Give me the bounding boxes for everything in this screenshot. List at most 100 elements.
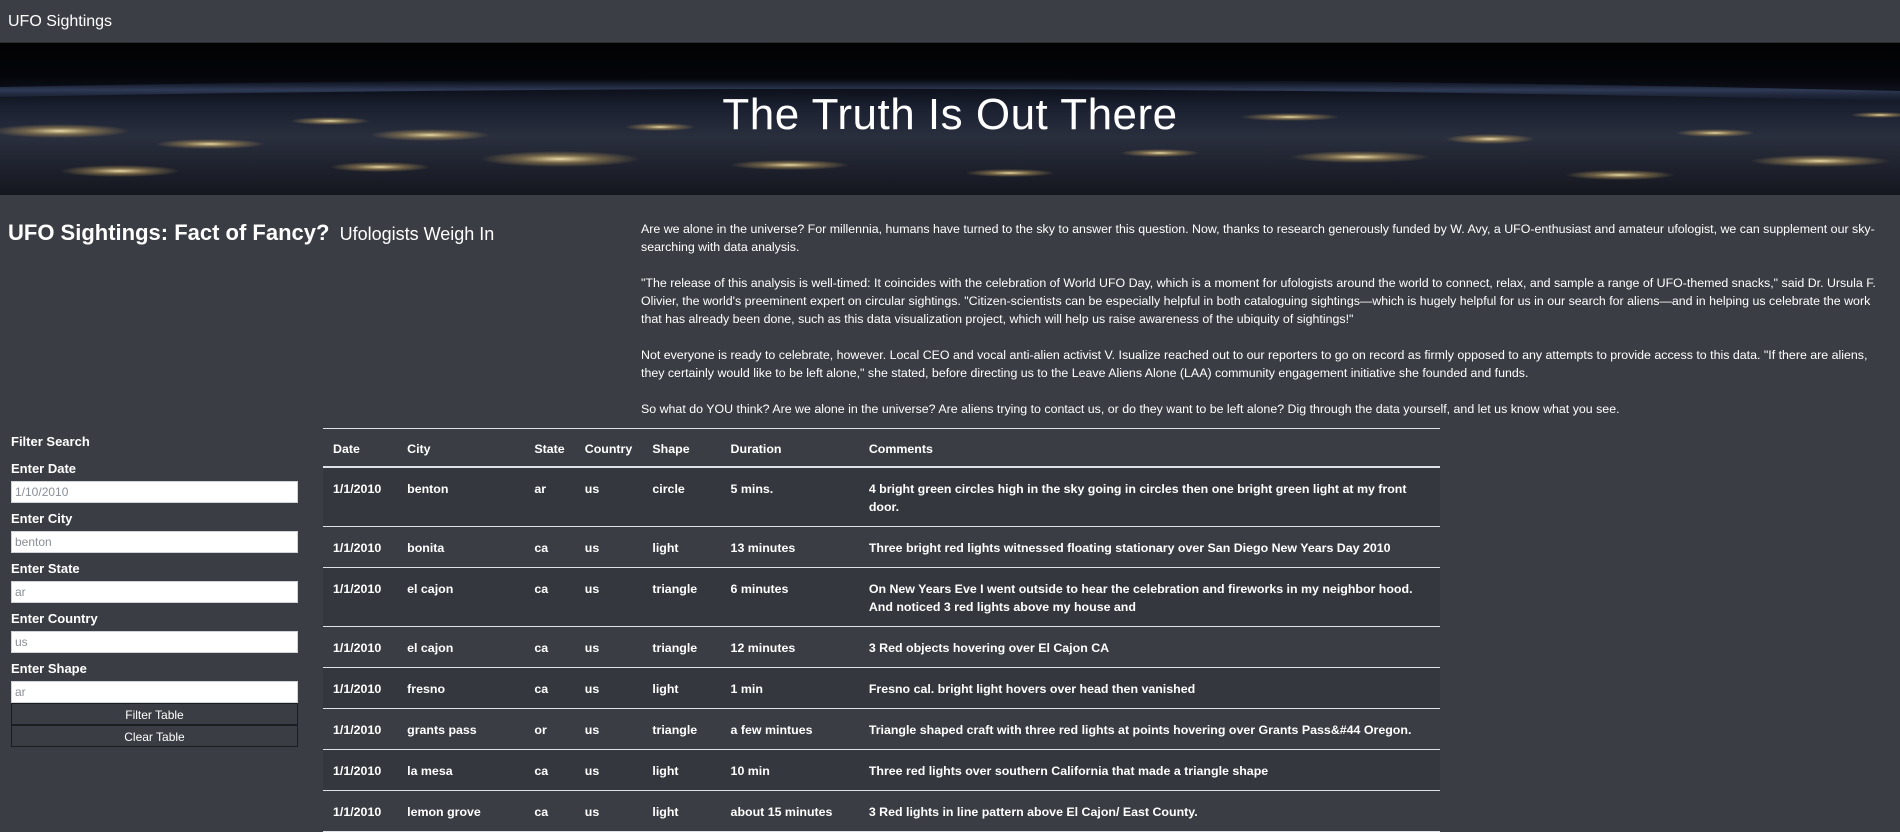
cell-country: us [574, 749, 643, 791]
table-row: 1/1/2010 el cajon ca us triangle 6 minut… [323, 567, 1440, 627]
navbar-brand-link[interactable]: UFO Sightings [8, 13, 112, 31]
cell-state: or [524, 708, 575, 750]
country-input[interactable] [11, 631, 298, 653]
cell-duration: a few mintues [720, 708, 859, 750]
cell-duration: 1 min [720, 667, 859, 709]
cell-shape: triangle [642, 708, 721, 750]
cell-city: el cajon [397, 567, 525, 627]
cell-country: us [574, 526, 643, 568]
article-body: Are we alone in the universe? For millen… [641, 220, 1891, 436]
cell-shape: light [642, 749, 721, 791]
cell-state: ca [524, 567, 575, 627]
cell-date: 1/1/2010 [323, 626, 398, 668]
cell-state: ca [524, 667, 575, 709]
cell-shape: light [642, 526, 721, 568]
filter-panel: Filter Search Enter Date Enter City Ente… [11, 434, 298, 747]
cell-comments: 3 Red objects hovering over El Cajon CA [858, 626, 1440, 668]
page-headline: UFO Sightings: Fact of Fancy? Ufologists… [8, 220, 494, 246]
header-city: City [397, 428, 525, 468]
cell-city: grants pass [397, 708, 525, 750]
cell-duration: 6 minutes [720, 567, 859, 627]
cell-duration: about 15 minutes [720, 790, 859, 832]
table-row: 1/1/2010 benton ar us circle 5 mins. 4 b… [323, 467, 1440, 527]
cell-duration: 12 minutes [720, 626, 859, 668]
cell-date: 1/1/2010 [323, 526, 398, 568]
headline-main: UFO Sightings: Fact of Fancy? [8, 220, 330, 245]
cell-city: fresno [397, 667, 525, 709]
headline-subtitle: Ufologists Weigh In [339, 224, 495, 244]
cell-shape: triangle [642, 567, 721, 627]
cell-city: lemon grove [397, 790, 525, 832]
cell-city: el cajon [397, 626, 525, 668]
state-input[interactable] [11, 581, 298, 603]
cell-comments: Three bright red lights witnessed floati… [858, 526, 1440, 568]
table-row: 1/1/2010 lemon grove ca us light about 1… [323, 790, 1440, 832]
cell-shape: circle [642, 467, 721, 527]
header-date: Date [323, 428, 398, 468]
article-paragraph: Are we alone in the universe? For millen… [641, 222, 1875, 254]
table-row: 1/1/2010 la mesa ca us light 10 min Thre… [323, 749, 1440, 791]
cell-comments: Triangle shaped craft with three red lig… [858, 708, 1440, 750]
header-duration: Duration [720, 428, 859, 468]
cell-country: us [574, 708, 643, 750]
state-label: Enter State [11, 561, 80, 576]
cell-comments: Fresno cal. bright light hovers over hea… [858, 667, 1440, 709]
city-input[interactable] [11, 531, 298, 553]
cell-comments: 3 Red lights in line pattern above El Ca… [858, 790, 1440, 832]
table-row: 1/1/2010 fresno ca us light 1 min Fresno… [323, 667, 1440, 709]
cell-country: us [574, 790, 643, 832]
cell-shape: light [642, 667, 721, 709]
cell-country: us [574, 567, 643, 627]
sightings-table: Date City State Country Shape Duration C… [323, 428, 1440, 832]
article-paragraph: Not everyone is ready to celebrate, howe… [641, 348, 1868, 380]
hero-title: The Truth Is Out There [722, 90, 1178, 139]
cell-comments: 4 bright green circles high in the sky g… [858, 467, 1440, 527]
cell-date: 1/1/2010 [323, 467, 398, 527]
cell-shape: light [642, 790, 721, 832]
header-comments: Comments [858, 428, 1440, 468]
article-paragraph: So what do YOU think? Are we alone in th… [641, 402, 1620, 416]
header-country: Country [574, 428, 643, 468]
filter-panel-title: Filter Search [11, 434, 90, 449]
cell-date: 1/1/2010 [323, 749, 398, 791]
cell-date: 1/1/2010 [323, 667, 398, 709]
cell-duration: 5 mins. [720, 467, 859, 527]
cell-country: us [574, 467, 643, 527]
cell-city: la mesa [397, 749, 525, 791]
cell-shape: triangle [642, 626, 721, 668]
cell-country: us [574, 667, 643, 709]
cell-city: benton [397, 467, 525, 527]
date-input[interactable] [11, 481, 298, 503]
cell-city: bonita [397, 526, 525, 568]
cell-date: 1/1/2010 [323, 567, 398, 627]
cell-state: ca [524, 626, 575, 668]
cell-comments: On New Years Eve I went outside to hear … [858, 567, 1440, 627]
city-label: Enter City [11, 511, 73, 526]
article-paragraph: "The release of this analysis is well-ti… [641, 276, 1876, 326]
cell-state: ca [524, 749, 575, 791]
shape-input[interactable] [11, 681, 298, 703]
country-label: Enter Country [11, 611, 98, 626]
sightings-table-container: Date City State Country Shape Duration C… [323, 428, 1440, 832]
hero-banner: The Truth Is Out There [0, 43, 1900, 195]
cell-comments: Three red lights over southern Californi… [858, 749, 1440, 791]
filter-table-button[interactable]: Filter Table [11, 703, 298, 725]
cell-state: ar [524, 467, 575, 527]
cell-date: 1/1/2010 [323, 708, 398, 750]
shape-label: Enter Shape [11, 661, 87, 676]
cell-duration: 13 minutes [720, 526, 859, 568]
cell-date: 1/1/2010 [323, 790, 398, 832]
navbar: UFO Sightings [0, 0, 1900, 43]
table-row: 1/1/2010 bonita ca us light 13 minutes T… [323, 526, 1440, 568]
clear-table-button[interactable]: Clear Table [11, 725, 298, 747]
table-header-row: Date City State Country Shape Duration C… [323, 428, 1440, 468]
cell-state: ca [524, 526, 575, 568]
date-label: Enter Date [11, 461, 77, 476]
cell-state: ca [524, 790, 575, 832]
table-body: 1/1/2010 benton ar us circle 5 mins. 4 b… [323, 467, 1440, 832]
header-shape: Shape [642, 428, 721, 468]
cell-country: us [574, 626, 643, 668]
cell-duration: 10 min [720, 749, 859, 791]
table-row: 1/1/2010 el cajon ca us triangle 12 minu… [323, 626, 1440, 668]
header-state: State [524, 428, 575, 468]
